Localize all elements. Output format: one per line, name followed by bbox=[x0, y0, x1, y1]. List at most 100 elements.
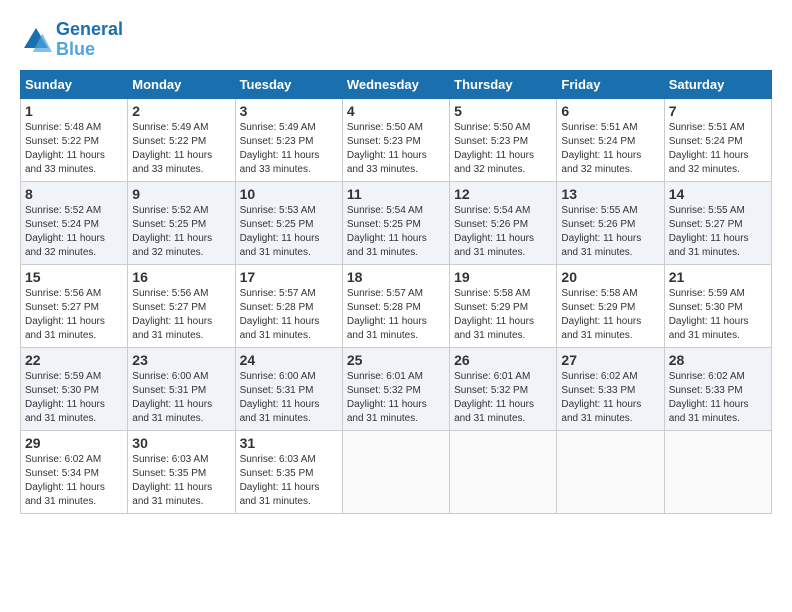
header-friday: Friday bbox=[557, 70, 664, 98]
day-number: 20 bbox=[561, 269, 659, 285]
day-number: 5 bbox=[454, 103, 552, 119]
day-number: 13 bbox=[561, 186, 659, 202]
calendar-cell bbox=[450, 430, 557, 513]
day-number: 9 bbox=[132, 186, 230, 202]
calendar-cell bbox=[342, 430, 449, 513]
header-monday: Monday bbox=[128, 70, 235, 98]
day-number: 19 bbox=[454, 269, 552, 285]
calendar-cell: 30 Sunrise: 6:03 AMSunset: 5:35 PMDaylig… bbox=[128, 430, 235, 513]
calendar-week-5: 29 Sunrise: 6:02 AMSunset: 5:34 PMDaylig… bbox=[21, 430, 772, 513]
day-number: 6 bbox=[561, 103, 659, 119]
day-number: 22 bbox=[25, 352, 123, 368]
calendar-cell: 28 Sunrise: 6:02 AMSunset: 5:33 PMDaylig… bbox=[664, 347, 771, 430]
calendar-week-3: 15 Sunrise: 5:56 AMSunset: 5:27 PMDaylig… bbox=[21, 264, 772, 347]
day-detail: Sunrise: 5:52 AMSunset: 5:25 PMDaylight:… bbox=[132, 205, 212, 258]
calendar-cell: 27 Sunrise: 6:02 AMSunset: 5:33 PMDaylig… bbox=[557, 347, 664, 430]
header-sunday: Sunday bbox=[21, 70, 128, 98]
header-wednesday: Wednesday bbox=[342, 70, 449, 98]
day-number: 30 bbox=[132, 435, 230, 451]
day-detail: Sunrise: 5:58 AMSunset: 5:29 PMDaylight:… bbox=[561, 288, 641, 341]
day-number: 1 bbox=[25, 103, 123, 119]
calendar-table: SundayMondayTuesdayWednesdayThursdayFrid… bbox=[20, 70, 772, 514]
day-number: 8 bbox=[25, 186, 123, 202]
calendar-cell: 7 Sunrise: 5:51 AMSunset: 5:24 PMDayligh… bbox=[664, 98, 771, 181]
calendar-cell: 18 Sunrise: 5:57 AMSunset: 5:28 PMDaylig… bbox=[342, 264, 449, 347]
day-number: 31 bbox=[240, 435, 338, 451]
calendar-cell bbox=[557, 430, 664, 513]
calendar-cell bbox=[664, 430, 771, 513]
day-number: 23 bbox=[132, 352, 230, 368]
day-detail: Sunrise: 5:54 AMSunset: 5:25 PMDaylight:… bbox=[347, 205, 427, 258]
day-detail: Sunrise: 5:50 AMSunset: 5:23 PMDaylight:… bbox=[347, 122, 427, 175]
calendar-cell: 31 Sunrise: 6:03 AMSunset: 5:35 PMDaylig… bbox=[235, 430, 342, 513]
calendar-cell: 3 Sunrise: 5:49 AMSunset: 5:23 PMDayligh… bbox=[235, 98, 342, 181]
calendar-cell: 13 Sunrise: 5:55 AMSunset: 5:26 PMDaylig… bbox=[557, 181, 664, 264]
day-detail: Sunrise: 5:50 AMSunset: 5:23 PMDaylight:… bbox=[454, 122, 534, 175]
day-number: 24 bbox=[240, 352, 338, 368]
day-number: 18 bbox=[347, 269, 445, 285]
day-number: 10 bbox=[240, 186, 338, 202]
day-number: 17 bbox=[240, 269, 338, 285]
calendar-cell: 9 Sunrise: 5:52 AMSunset: 5:25 PMDayligh… bbox=[128, 181, 235, 264]
calendar-week-4: 22 Sunrise: 5:59 AMSunset: 5:30 PMDaylig… bbox=[21, 347, 772, 430]
calendar-body: 1 Sunrise: 5:48 AMSunset: 5:22 PMDayligh… bbox=[21, 98, 772, 513]
day-number: 27 bbox=[561, 352, 659, 368]
day-detail: Sunrise: 5:55 AMSunset: 5:27 PMDaylight:… bbox=[669, 205, 749, 258]
calendar-cell: 19 Sunrise: 5:58 AMSunset: 5:29 PMDaylig… bbox=[450, 264, 557, 347]
day-detail: Sunrise: 5:48 AMSunset: 5:22 PMDaylight:… bbox=[25, 122, 105, 175]
header-thursday: Thursday bbox=[450, 70, 557, 98]
day-detail: Sunrise: 5:56 AMSunset: 5:27 PMDaylight:… bbox=[25, 288, 105, 341]
header-row: SundayMondayTuesdayWednesdayThursdayFrid… bbox=[21, 70, 772, 98]
day-detail: Sunrise: 6:00 AMSunset: 5:31 PMDaylight:… bbox=[132, 371, 212, 424]
calendar-cell: 8 Sunrise: 5:52 AMSunset: 5:24 PMDayligh… bbox=[21, 181, 128, 264]
calendar-cell: 2 Sunrise: 5:49 AMSunset: 5:22 PMDayligh… bbox=[128, 98, 235, 181]
day-detail: Sunrise: 5:54 AMSunset: 5:26 PMDaylight:… bbox=[454, 205, 534, 258]
calendar-cell: 10 Sunrise: 5:53 AMSunset: 5:25 PMDaylig… bbox=[235, 181, 342, 264]
day-detail: Sunrise: 5:49 AMSunset: 5:22 PMDaylight:… bbox=[132, 122, 212, 175]
day-number: 21 bbox=[669, 269, 767, 285]
day-detail: Sunrise: 6:02 AMSunset: 5:33 PMDaylight:… bbox=[561, 371, 641, 424]
day-detail: Sunrise: 5:49 AMSunset: 5:23 PMDaylight:… bbox=[240, 122, 320, 175]
day-detail: Sunrise: 6:01 AMSunset: 5:32 PMDaylight:… bbox=[454, 371, 534, 424]
calendar-header: SundayMondayTuesdayWednesdayThursdayFrid… bbox=[21, 70, 772, 98]
day-detail: Sunrise: 5:55 AMSunset: 5:26 PMDaylight:… bbox=[561, 205, 641, 258]
day-number: 25 bbox=[347, 352, 445, 368]
calendar-cell: 23 Sunrise: 6:00 AMSunset: 5:31 PMDaylig… bbox=[128, 347, 235, 430]
day-detail: Sunrise: 5:56 AMSunset: 5:27 PMDaylight:… bbox=[132, 288, 212, 341]
logo-icon bbox=[20, 24, 52, 56]
header-tuesday: Tuesday bbox=[235, 70, 342, 98]
day-number: 14 bbox=[669, 186, 767, 202]
day-detail: Sunrise: 5:52 AMSunset: 5:24 PMDaylight:… bbox=[25, 205, 105, 258]
day-number: 4 bbox=[347, 103, 445, 119]
day-detail: Sunrise: 5:51 AMSunset: 5:24 PMDaylight:… bbox=[669, 122, 749, 175]
day-number: 3 bbox=[240, 103, 338, 119]
calendar-cell: 16 Sunrise: 5:56 AMSunset: 5:27 PMDaylig… bbox=[128, 264, 235, 347]
page-header: General Blue bbox=[20, 20, 772, 60]
day-number: 7 bbox=[669, 103, 767, 119]
day-detail: Sunrise: 6:01 AMSunset: 5:32 PMDaylight:… bbox=[347, 371, 427, 424]
calendar-cell: 5 Sunrise: 5:50 AMSunset: 5:23 PMDayligh… bbox=[450, 98, 557, 181]
day-number: 15 bbox=[25, 269, 123, 285]
calendar-cell: 1 Sunrise: 5:48 AMSunset: 5:22 PMDayligh… bbox=[21, 98, 128, 181]
day-number: 26 bbox=[454, 352, 552, 368]
day-detail: Sunrise: 5:53 AMSunset: 5:25 PMDaylight:… bbox=[240, 205, 320, 258]
day-detail: Sunrise: 6:03 AMSunset: 5:35 PMDaylight:… bbox=[240, 454, 320, 507]
logo-text: General Blue bbox=[56, 20, 123, 60]
calendar-cell: 4 Sunrise: 5:50 AMSunset: 5:23 PMDayligh… bbox=[342, 98, 449, 181]
calendar-cell: 24 Sunrise: 6:00 AMSunset: 5:31 PMDaylig… bbox=[235, 347, 342, 430]
day-detail: Sunrise: 5:51 AMSunset: 5:24 PMDaylight:… bbox=[561, 122, 641, 175]
calendar-cell: 12 Sunrise: 5:54 AMSunset: 5:26 PMDaylig… bbox=[450, 181, 557, 264]
calendar-cell: 6 Sunrise: 5:51 AMSunset: 5:24 PMDayligh… bbox=[557, 98, 664, 181]
day-detail: Sunrise: 5:57 AMSunset: 5:28 PMDaylight:… bbox=[347, 288, 427, 341]
calendar-cell: 29 Sunrise: 6:02 AMSunset: 5:34 PMDaylig… bbox=[21, 430, 128, 513]
day-number: 11 bbox=[347, 186, 445, 202]
calendar-cell: 17 Sunrise: 5:57 AMSunset: 5:28 PMDaylig… bbox=[235, 264, 342, 347]
calendar-cell: 25 Sunrise: 6:01 AMSunset: 5:32 PMDaylig… bbox=[342, 347, 449, 430]
calendar-cell: 21 Sunrise: 5:59 AMSunset: 5:30 PMDaylig… bbox=[664, 264, 771, 347]
day-detail: Sunrise: 5:57 AMSunset: 5:28 PMDaylight:… bbox=[240, 288, 320, 341]
day-detail: Sunrise: 6:02 AMSunset: 5:34 PMDaylight:… bbox=[25, 454, 105, 507]
day-detail: Sunrise: 6:03 AMSunset: 5:35 PMDaylight:… bbox=[132, 454, 212, 507]
calendar-cell: 11 Sunrise: 5:54 AMSunset: 5:25 PMDaylig… bbox=[342, 181, 449, 264]
header-saturday: Saturday bbox=[664, 70, 771, 98]
calendar-week-1: 1 Sunrise: 5:48 AMSunset: 5:22 PMDayligh… bbox=[21, 98, 772, 181]
